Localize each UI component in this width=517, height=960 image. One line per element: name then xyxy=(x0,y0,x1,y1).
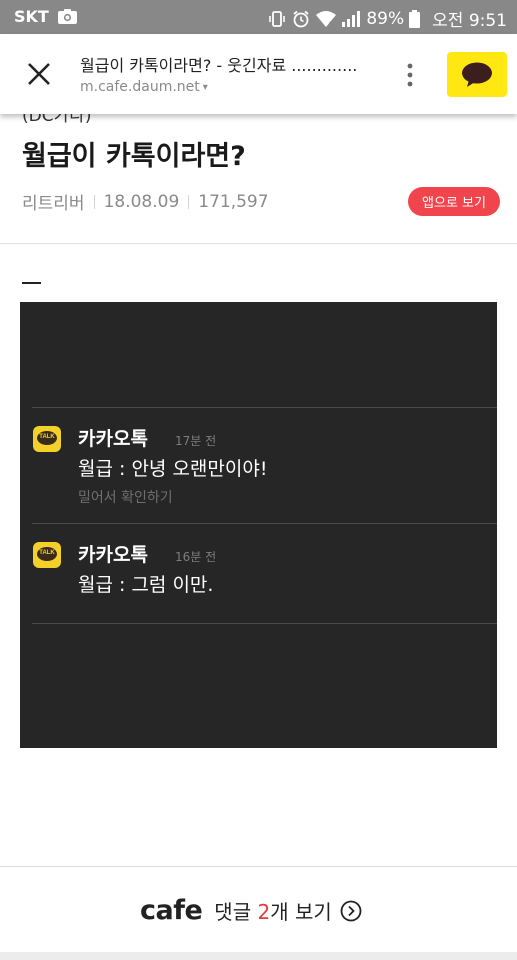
view-count: 171,597 xyxy=(198,191,269,212)
vibrate-icon xyxy=(269,10,286,27)
comment-count: 2 xyxy=(257,900,271,924)
page-domain[interactable]: m.cafe.daum.net ▾ xyxy=(80,79,208,95)
dash-divider xyxy=(22,282,41,284)
signal-icon xyxy=(342,10,361,27)
article-meta: 리트리버 18.08.09 171,597 xyxy=(22,189,269,215)
wifi-icon xyxy=(316,10,337,27)
arrow-circle-icon xyxy=(340,900,362,921)
article-header: (DC가다) 월급이 카톡이라면? 리트리버 18.08.09 171,597 … xyxy=(0,114,517,244)
notification-app: 카카오톡 xyxy=(78,428,148,450)
kakao-chat-icon xyxy=(462,62,492,87)
image-divider xyxy=(32,523,497,524)
post-date: 18.08.09 xyxy=(103,191,180,212)
article-image: TALK 카카오톡 17분 전 월급 : 안녕 오랜만이야! 밀어서 확인하기 … xyxy=(20,302,497,748)
status-bar: SKT 89% 오전 9:51 xyxy=(0,0,517,34)
clock: 오전 9:51 xyxy=(432,11,507,31)
open-in-app-button[interactable]: 앱으로 보기 xyxy=(408,187,500,216)
comment-prefix: 댓글 xyxy=(214,900,258,924)
battery-icon xyxy=(409,9,421,28)
kakao-share-button[interactable] xyxy=(447,52,507,97)
image-divider xyxy=(32,623,497,624)
notification-time: 17분 전 xyxy=(175,434,217,448)
more-options-icon[interactable] xyxy=(403,61,417,89)
talk-label: TALK xyxy=(39,550,55,556)
comment-bar[interactable]: cafe 댓글 2개 보기 xyxy=(0,866,517,952)
comment-label: 댓글 2개 보기 xyxy=(214,896,331,925)
chevron-down-icon: ▾ xyxy=(202,82,208,93)
notification-message: 월급 : 그럼 이만. xyxy=(78,574,214,596)
camera-icon xyxy=(58,9,77,24)
image-divider xyxy=(32,407,497,408)
article-title: 월급이 카톡이라면? xyxy=(22,141,246,172)
meta-divider xyxy=(93,194,95,209)
notification-time: 16분 전 xyxy=(175,550,217,564)
battery-percentage: 89% xyxy=(366,8,405,29)
bottom-strip xyxy=(0,952,517,960)
notification-message: 월급 : 안녕 오랜만이야! xyxy=(78,458,268,480)
view-comments-button[interactable]: cafe 댓글 2개 보기 xyxy=(140,895,362,926)
carrier-label: SKT xyxy=(14,7,49,26)
kakaotalk-icon: TALK xyxy=(33,542,61,568)
meta-divider xyxy=(188,194,190,209)
comment-suffix: 개 보기 xyxy=(270,900,332,924)
cafe-logo: cafe xyxy=(140,895,203,926)
talk-label: TALK xyxy=(39,434,55,440)
page-title[interactable]: 월급이 카톡이라면? - 웃긴자료 ............. xyxy=(80,52,380,76)
alarm-icon xyxy=(293,10,309,27)
close-icon[interactable] xyxy=(25,60,53,88)
kakaotalk-icon: TALK xyxy=(33,426,61,452)
domain-text: m.cafe.daum.net xyxy=(80,79,200,95)
author-name[interactable]: 리트리버 xyxy=(22,189,85,214)
notification-hint: 밀어서 확인하기 xyxy=(78,490,173,506)
browser-header: 월급이 카톡이라면? - 웃긴자료 ............. m.cafe.d… xyxy=(0,34,517,114)
notification-app: 카카오톡 xyxy=(78,544,148,566)
board-name[interactable]: (DC가다) xyxy=(22,114,92,126)
